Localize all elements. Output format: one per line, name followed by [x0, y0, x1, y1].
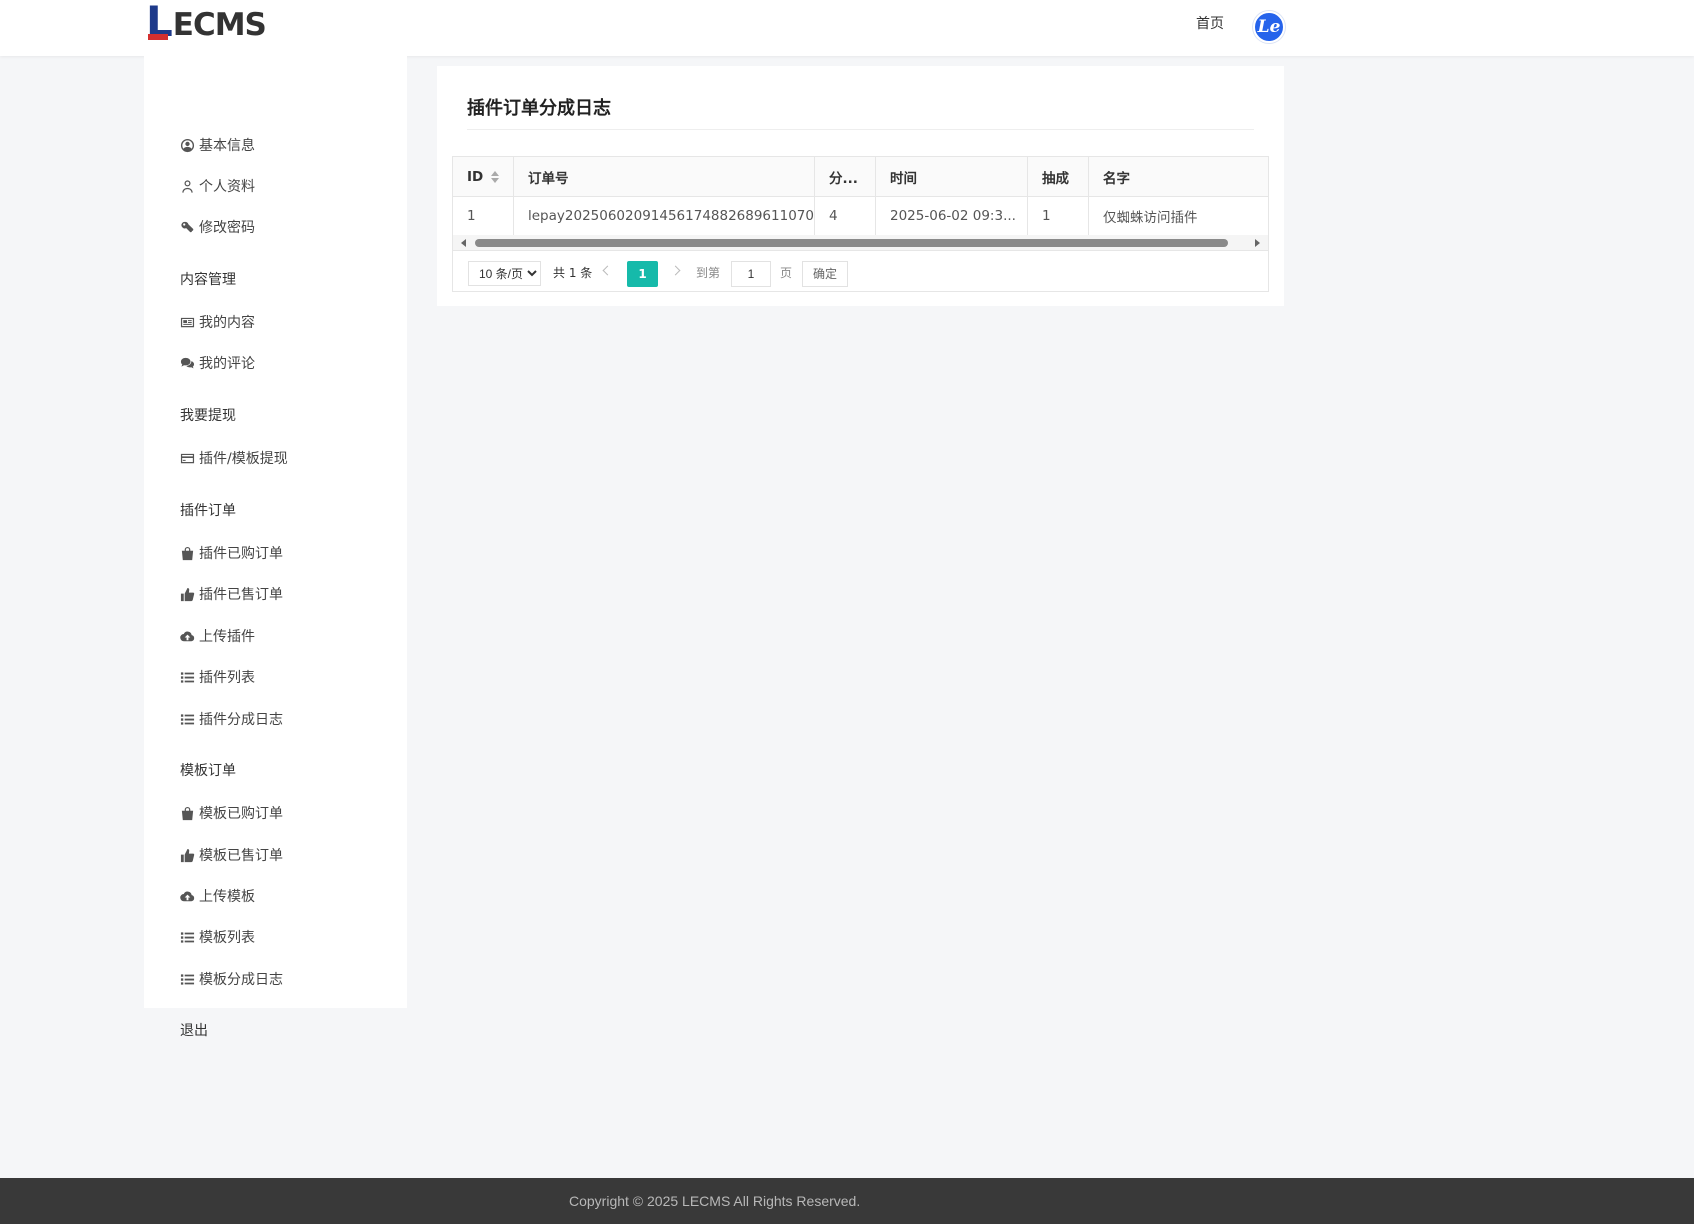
sidebar-item-label: 模板已购订单 [199, 806, 283, 822]
credit-card-icon [180, 453, 195, 463]
sidebar-item-label: 模板已售订单 [199, 848, 283, 864]
column-header-time: 时间 [876, 157, 1028, 196]
total-count: 共 1 条 [553, 266, 593, 280]
sidebar-item-label: 模板列表 [199, 930, 255, 946]
cloud-upload-icon [180, 631, 195, 641]
section-title-withdraw: 我要提现 [180, 408, 236, 424]
sidebar-item-label: 插件已购订单 [199, 546, 283, 562]
logo-text: ECMS [172, 7, 267, 43]
cell-order-no: lepay20250602091456174882689611070 [514, 197, 815, 235]
user-avatar[interactable]: Le [1253, 11, 1285, 43]
sidebar-item-template-sold[interactable]: 模板已售订单 [180, 844, 283, 866]
logo-initial: L [146, 0, 173, 46]
cloud-upload-icon [180, 891, 195, 901]
column-header-order-no: 订单号 [514, 157, 815, 196]
page-size-select[interactable]: 10 条/页 [468, 261, 541, 286]
lecms-logo[interactable]: L ECMS [146, 0, 267, 46]
cell-time: 2025-06-02 09:3... [876, 197, 1028, 235]
sidebar-item-label: 上传插件 [199, 629, 255, 645]
sidebar-item-withdraw[interactable]: 插件/模板提现 [180, 447, 288, 469]
sidebar-item-change-password[interactable]: 修改密码 [180, 216, 255, 238]
sidebar-item-label: 插件分成日志 [199, 712, 283, 728]
thumbs-up-icon [180, 848, 195, 862]
thumbs-up-icon [180, 587, 195, 601]
section-title-template-orders: 模板订单 [180, 763, 236, 779]
sidebar-item-plugin-sold[interactable]: 插件已售订单 [180, 583, 283, 605]
nav-home-link[interactable]: 首页 [1196, 14, 1224, 34]
section-title-content: 内容管理 [180, 272, 236, 288]
goto-confirm-button[interactable]: 确定 [802, 261, 848, 287]
newspaper-icon [180, 317, 195, 327]
sidebar-item-upload-plugin[interactable]: 上传插件 [180, 625, 255, 647]
page-title: 插件订单分成日志 [467, 98, 611, 119]
sidebar-item-template-list[interactable]: 模板列表 [180, 926, 255, 948]
column-header-amount: 分... [815, 157, 876, 196]
column-header-name: 名字 [1103, 170, 1130, 187]
sidebar-item-label: 修改密码 [199, 220, 255, 236]
sidebar-item-label: 插件已售订单 [199, 587, 283, 603]
scrollbar-thumb[interactable] [475, 239, 1228, 247]
sidebar-item-label: 插件列表 [199, 670, 255, 686]
sidebar-item-profile[interactable]: 个人资料 [180, 175, 255, 197]
top-navbar: L ECMS 首页 Le [0, 0, 1694, 56]
scroll-right-icon[interactable] [1255, 239, 1260, 247]
sidebar-item-label: 模板分成日志 [199, 972, 283, 988]
sidebar-item-label: 基本信息 [199, 138, 255, 154]
shopping-bag-icon [181, 806, 194, 820]
table-header: ID 订单号 分... 时间 抽成 名字 [453, 157, 1268, 197]
sidebar-item-label: 插件/模板提现 [199, 451, 288, 467]
next-page-icon[interactable] [670, 265, 681, 276]
table-row[interactable]: 1 lepay20250602091456174882689611070 4 2… [453, 197, 1268, 235]
copyright-text: Copyright © 2025 LECMS All Rights Reserv… [569, 1193, 861, 1209]
cell-name: 仅蜘蛛访问插件 [1103, 210, 1198, 226]
title-divider [467, 129, 1254, 130]
list-icon [180, 713, 195, 725]
sidebar-item-plugin-purchased[interactable]: 插件已购订单 [180, 542, 283, 564]
list-icon [180, 671, 195, 683]
sidebar-item-upload-template[interactable]: 上传模板 [180, 885, 255, 907]
cell-amount: 4 [815, 197, 876, 235]
key-icon [181, 221, 194, 232]
list-icon [180, 931, 195, 943]
sidebar-item-plugin-list[interactable]: 插件列表 [180, 666, 255, 688]
sidebar-item-template-commission-log[interactable]: 模板分成日志 [180, 968, 283, 990]
sidebar-item-label: 我的评论 [199, 356, 255, 372]
sidebar-item-logout[interactable]: 退出 [180, 1020, 208, 1042]
scroll-left-icon[interactable] [461, 239, 466, 247]
cell-id: 1 [453, 197, 514, 235]
page-suffix: 页 [780, 266, 793, 280]
cell-commission: 1 [1028, 197, 1089, 235]
shopping-bag-icon [181, 546, 194, 560]
sidebar-item-basic-info[interactable]: 基本信息 [180, 134, 255, 156]
sidebar: 基本信息 个人资料 修改密码 内容管理 我的内容 我的评论 我要提现 插件/模板… [144, 56, 407, 1039]
sidebar-item-template-purchased[interactable]: 模板已购订单 [180, 802, 283, 824]
user-icon [182, 179, 193, 193]
column-header-commission: 抽成 [1028, 157, 1089, 196]
sidebar-item-my-comments[interactable]: 我的评论 [180, 352, 255, 374]
sidebar-item-plugin-commission-log[interactable]: 插件分成日志 [180, 708, 283, 730]
sort-icon[interactable] [491, 170, 500, 183]
goto-label: 到第 [696, 266, 721, 280]
current-page-button[interactable]: 1 [627, 261, 658, 287]
pagination: 10 条/页 共 1 条 1 到第 页 确定 [453, 250, 1268, 291]
footer: Copyright © 2025 LECMS All Rights Reserv… [0, 1178, 1694, 1224]
sidebar-item-label: 我的内容 [199, 315, 255, 331]
column-header-id[interactable]: ID [453, 157, 514, 196]
sidebar-item-my-content[interactable]: 我的内容 [180, 311, 255, 333]
goto-page-input[interactable] [731, 261, 771, 287]
sidebar-item-label: 个人资料 [199, 179, 255, 195]
section-title-plugin-orders: 插件订单 [180, 503, 236, 519]
horizontal-scrollbar[interactable] [453, 235, 1268, 250]
comments-icon [180, 357, 195, 368]
user-circle-icon [180, 138, 195, 152]
list-icon [180, 973, 195, 985]
sidebar-item-label: 上传模板 [199, 889, 255, 905]
prev-page-icon[interactable] [602, 265, 613, 276]
main-card: 插件订单分成日志 ID 订单号 分... 时间 抽成 名字 1 lepay202… [437, 66, 1284, 306]
commission-log-table: ID 订单号 分... 时间 抽成 名字 1 lepay202506020914… [452, 156, 1269, 292]
